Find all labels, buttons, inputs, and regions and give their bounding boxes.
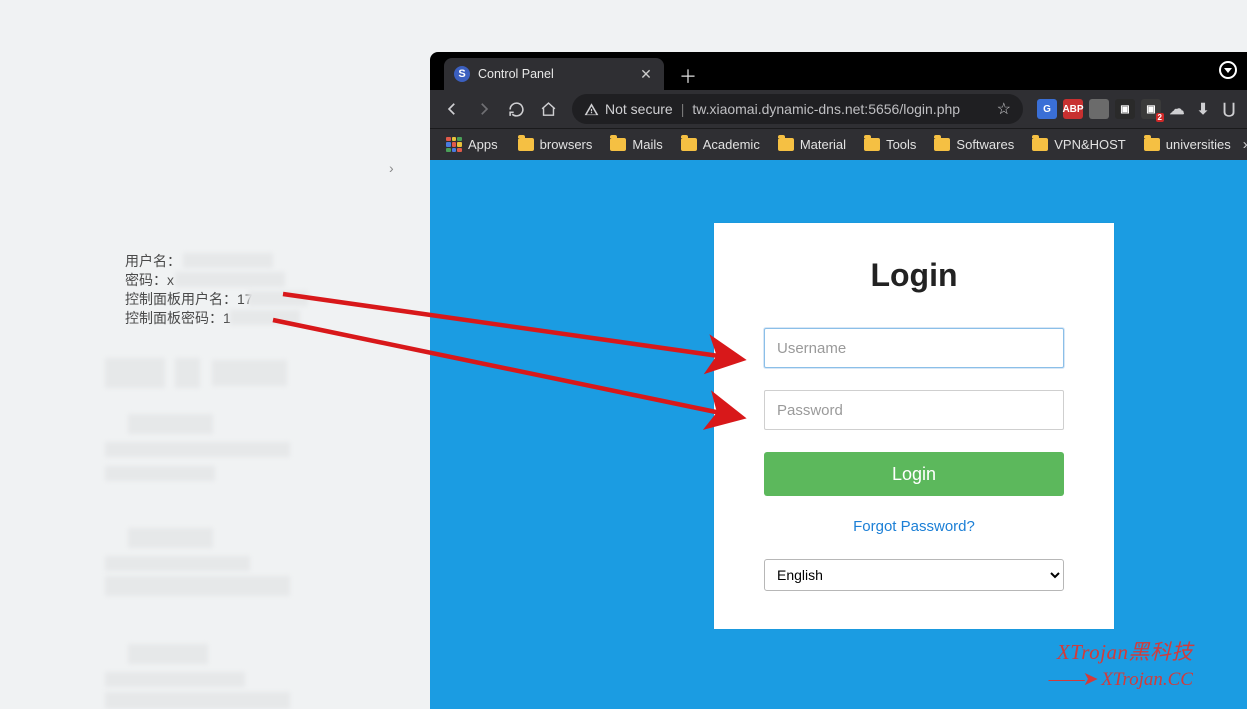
bookmark-label: Academic [703,137,760,152]
apps-button[interactable]: Apps [438,133,506,157]
folder-icon [1032,138,1048,151]
nav-toolbar: Not secure | tw.xiaomai.dynamic-dns.net:… [430,90,1247,128]
bookmark-star-icon[interactable]: ☆ [997,99,1011,119]
reload-button[interactable] [502,95,530,123]
bookmark-label: universities [1166,137,1231,152]
ext-2-icon[interactable]: ▣ [1115,99,1135,119]
login-card: Login Login Forgot Password? English [714,223,1114,629]
folder-icon [518,138,534,151]
warning-icon [584,102,599,117]
folder-icon [610,138,626,151]
bookmark-label: Mails [632,137,662,152]
bookmark-label: VPN&HOST [1054,137,1126,152]
page-viewport: Login Login Forgot Password? English [430,160,1247,709]
watermark-arrow-icon: ——➤ [1049,669,1097,690]
watermark-line2: XTrojan.CC [1097,669,1193,690]
browser-window: S Control Panel ✕ ＋ Not [430,52,1247,709]
folder-icon [864,138,880,151]
bookmark-folder[interactable]: Academic [673,133,768,156]
bookmark-label: Softwares [956,137,1014,152]
bookmark-folder[interactable]: universities [1136,133,1239,156]
username-input[interactable] [764,328,1064,368]
back-button[interactable] [438,95,466,123]
home-button[interactable] [534,95,562,123]
url-text: tw.xiaomai.dynamic-dns.net:5656/login.ph… [692,101,960,117]
ext-1-icon[interactable] [1089,99,1109,119]
close-tab-icon[interactable]: ✕ [638,66,654,82]
cloud-icon[interactable]: ☁ [1167,99,1187,119]
bookmarks-bar: Apps browsers Mails Academic Material Tools S… [430,128,1247,160]
today-chevron-icon: › [389,160,394,176]
bookmark-folder[interactable]: browsers [510,133,601,156]
pocket-icon[interactable]: ⋃ [1219,99,1239,119]
tab-strip: S Control Panel ✕ ＋ [430,52,1247,90]
apps-label: Apps [468,137,498,152]
bookmark-label: Material [800,137,846,152]
password-input[interactable] [764,390,1064,430]
forgot-password-link[interactable]: Forgot Password? [764,518,1064,535]
bookmark-folder[interactable]: Mails [602,133,670,156]
bookmarks-overflow-icon[interactable]: » [1243,131,1247,159]
bookmark-folder[interactable]: Softwares [926,133,1022,156]
browser-tab-active[interactable]: S Control Panel ✕ [444,58,664,90]
download-icon[interactable]: ⬇ [1193,99,1213,119]
forward-button [470,95,498,123]
folder-icon [778,138,794,151]
bookmark-folder[interactable]: VPN&HOST [1024,133,1134,156]
apps-grid-icon [446,137,462,153]
folder-icon [1144,138,1160,151]
camera-icon[interactable]: ▣2 [1141,99,1161,119]
address-bar[interactable]: Not secure | tw.xiaomai.dynamic-dns.net:… [572,94,1023,124]
window-menu-icon[interactable] [1219,61,1237,79]
folder-icon [681,138,697,151]
security-indicator[interactable]: Not secure [584,101,673,117]
bookmark-folder[interactable]: Material [770,133,854,156]
folder-icon [934,138,950,151]
adblock-icon[interactable]: ABP [1063,99,1083,119]
favicon-icon: S [454,66,470,82]
login-heading: Login [764,257,1064,294]
bookmark-label: Tools [886,137,916,152]
security-label: Not secure [605,101,673,117]
language-select[interactable]: English [764,559,1064,591]
translate-icon[interactable]: G [1037,99,1057,119]
watermark-line1: XTrojan黑科技 [1049,636,1193,666]
login-button[interactable]: Login [764,452,1064,496]
tab-title: Control Panel [478,67,630,81]
new-tab-button[interactable]: ＋ [674,62,702,90]
watermark: XTrojan黑科技 ——➤ XTrojan.CC [1049,636,1193,691]
bookmark-label: browsers [540,137,593,152]
bookmark-folder[interactable]: Tools [856,133,924,156]
